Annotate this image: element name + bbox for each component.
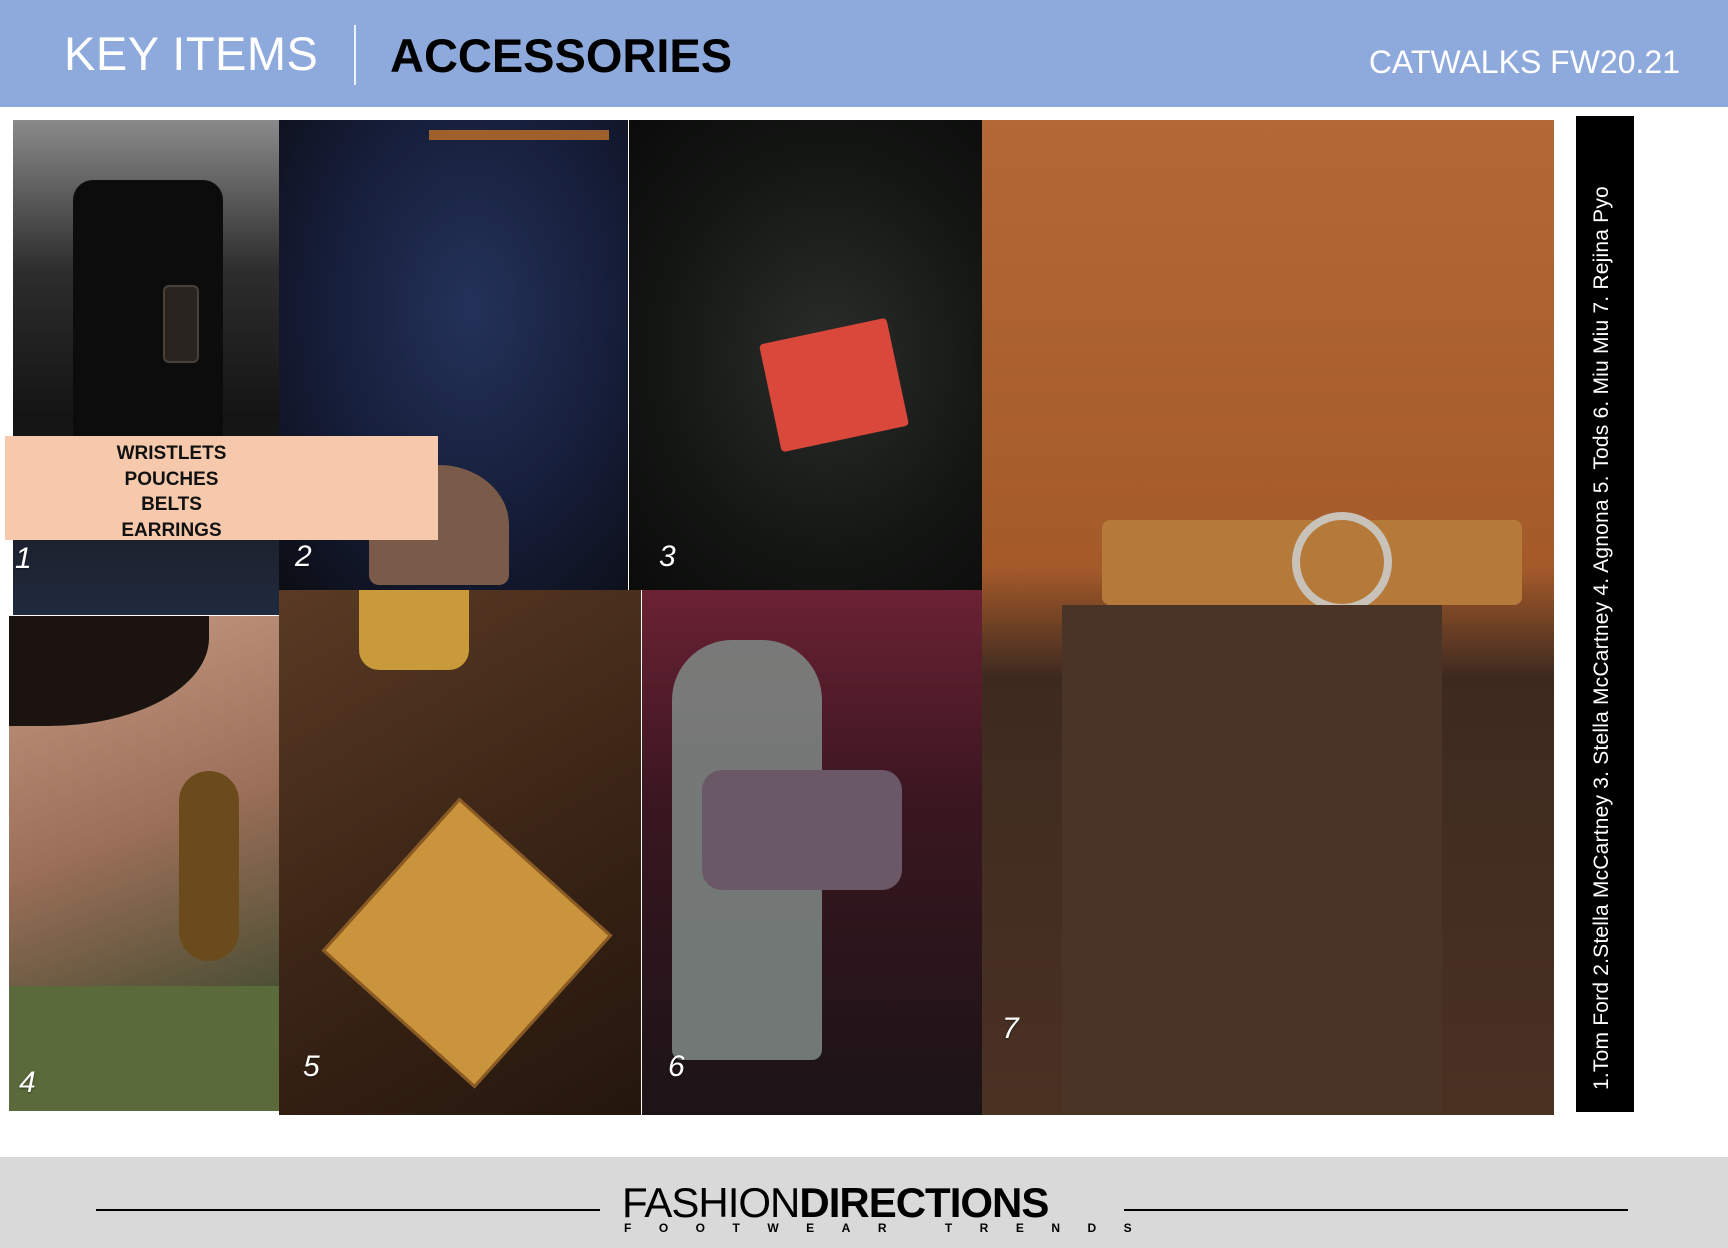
tile-number: 5: [303, 1050, 320, 1083]
bag-shape: [702, 770, 902, 890]
sleeve-shape: [359, 590, 469, 670]
header-divider: [354, 25, 356, 85]
photo-tile-4: 4: [9, 616, 279, 1111]
list-item: WRISTLETS: [116, 443, 227, 464]
earring-shape: [179, 771, 239, 961]
brand-bold: DIRECTIONS: [799, 1179, 1049, 1226]
tile-number: 2: [295, 540, 312, 573]
pouch-shape: [163, 285, 199, 363]
tile-number: 4: [19, 1066, 36, 1099]
photo-tile-5: 5: [279, 590, 641, 1115]
buckle-shape: [1292, 512, 1392, 612]
top-shape: [9, 986, 279, 1111]
list-item: BELTS: [141, 494, 202, 515]
brand-tagline: FOOTWEAR TRENDS: [624, 1221, 1160, 1235]
header-bar: KEY ITEMS ACCESSORIES CATWALKS FW20.21: [0, 0, 1728, 107]
footer-bar: FASHIONDIRECTIONS FOOTWEAR TRENDS: [0, 1157, 1728, 1248]
season-label: CATWALKS FW20.21: [1368, 44, 1680, 80]
list-item: POUCHES: [124, 468, 219, 490]
tile-number: 1: [15, 542, 32, 575]
belt-shape: [429, 130, 609, 140]
section-title: KEY ITEMS: [64, 27, 319, 80]
clutch-shape: [321, 797, 613, 1089]
tile-number: 3: [659, 540, 676, 573]
photo-tile-6: 6: [642, 590, 982, 1115]
brand-light: FASHION: [622, 1179, 800, 1226]
footer-rule-right: [1124, 1209, 1628, 1211]
list-item: EARRINGS: [121, 519, 222, 541]
hair-shape: [9, 616, 209, 726]
bag-shape: [758, 317, 910, 453]
skirt-shape: [1062, 605, 1442, 1115]
garment-shape: [73, 180, 223, 440]
tile-number: 7: [1002, 1012, 1019, 1045]
photo-tile-3: 3: [629, 120, 988, 590]
key-items-list: WRISTLETS POUCHES BELTS EARRINGS: [5, 436, 438, 541]
tile-number: 6: [668, 1050, 685, 1083]
brand-logo: FASHIONDIRECTIONS: [622, 1179, 1049, 1227]
footer-rule-left: [96, 1209, 600, 1211]
page-title: ACCESSORIES: [390, 29, 733, 82]
photo-tile-7: 7: [982, 120, 1554, 1115]
designer-credits: 1.Tom Ford 2.Stella McCartney 3. Stella …: [1590, 186, 1613, 1090]
